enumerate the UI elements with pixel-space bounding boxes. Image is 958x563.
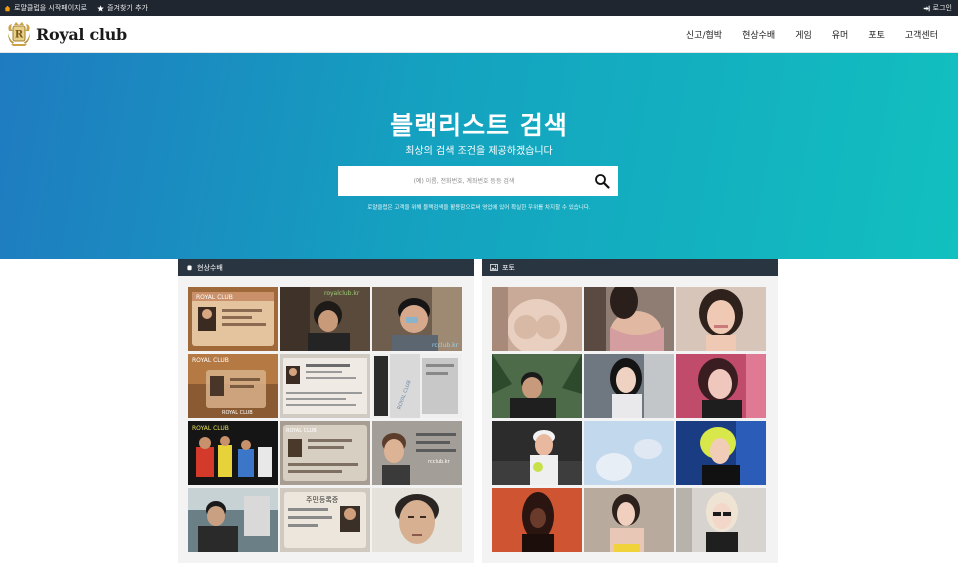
photo-thumbnail[interactable] xyxy=(492,488,582,552)
menu-item-support[interactable]: 고객센터 xyxy=(895,28,948,41)
search-icon[interactable] xyxy=(594,173,610,189)
photo-grid xyxy=(492,287,768,552)
wanted-thumbnail[interactable]: ROYAL CLUB xyxy=(188,421,278,485)
photo-thumbnail[interactable] xyxy=(584,287,674,351)
wanted-thumbnail[interactable]: ROYAL CLUB xyxy=(188,287,278,351)
menu-item-report[interactable]: 신고/협박 xyxy=(676,28,732,41)
wanted-watermark: 주민등록증 xyxy=(306,495,339,504)
wanted-panel-title: 현상수배 xyxy=(197,263,223,272)
hero-banner: 블랙리스트 검색 최상의 검색 조건을 제공하겠습니다 로얄클럽은 고객을 위해… xyxy=(0,53,958,259)
wanted-watermark: royalclub.kr xyxy=(324,290,360,297)
wanted-thumbnail[interactable]: rcclub.kr xyxy=(372,421,462,485)
main-navigation: R Royal club 신고/협박 현상수배 게임 유머 포토 고객센터 xyxy=(0,16,958,53)
photo-thumbnail[interactable] xyxy=(676,488,766,552)
wanted-watermark: rcclub.kr xyxy=(428,459,451,465)
menu-item-wanted[interactable]: 현상수배 xyxy=(732,28,785,41)
bookmark-label: 즐겨찾기 추가 xyxy=(107,4,148,12)
wanted-thumbnail[interactable]: ROYAL CLUB xyxy=(280,421,370,485)
blacklist-search-box xyxy=(338,166,618,196)
hero-note: 로얄클럽은 고객을 위해 블랙검색을 활용함으로써 영업에 있어 확실한 우위를… xyxy=(367,205,591,211)
hero-subtitle: 최상의 검색 조건을 제공하겠습니다 xyxy=(405,146,553,157)
svg-text:R: R xyxy=(15,30,24,41)
image-icon xyxy=(490,264,498,271)
wanted-watermark: ROYAL CLUB xyxy=(192,357,229,364)
wanted-thumbnail[interactable]: 주민등록증 xyxy=(280,488,370,552)
wanted-thumbnail[interactable]: ROYAL CLUB xyxy=(372,354,462,418)
photo-thumbnail[interactable] xyxy=(584,488,674,552)
hand-icon xyxy=(187,265,192,271)
photo-thumbnail[interactable] xyxy=(584,421,674,485)
star-icon xyxy=(97,4,104,12)
wanted-panel-header[interactable]: 현상수배 xyxy=(178,259,474,276)
photo-thumbnail[interactable] xyxy=(492,287,582,351)
wanted-thumbnail[interactable] xyxy=(188,488,278,552)
wanted-thumbnail[interactable]: rcclub.kr xyxy=(372,287,462,351)
photo-thumbnail[interactable] xyxy=(492,354,582,418)
home-icon xyxy=(4,5,11,11)
photo-panel-header[interactable]: 포토 xyxy=(482,259,778,276)
set-homepage-label: 로얄클럽을 시작페이지로 xyxy=(14,4,88,12)
photo-thumbnail[interactable] xyxy=(676,354,766,418)
logo-text: Royal club xyxy=(36,24,127,44)
site-logo[interactable]: R Royal club xyxy=(5,21,127,47)
royal-crest-icon: R xyxy=(8,22,30,46)
wanted-thumbnail[interactable]: ROYAL CLUB ROYAL CLUB xyxy=(188,354,278,418)
menu-item-game[interactable]: 게임 xyxy=(785,28,822,41)
photo-thumbnail[interactable] xyxy=(584,354,674,418)
search-input[interactable] xyxy=(344,167,584,195)
photo-thumbnail[interactable] xyxy=(676,421,766,485)
login-link[interactable]: 로그인 xyxy=(923,3,952,13)
wanted-grid: ROYAL CLUB royalclub.kr rcclub.kr ROYAL … xyxy=(188,287,464,552)
menu-item-humor[interactable]: 유머 xyxy=(822,28,859,41)
wanted-thumbnail[interactable] xyxy=(372,488,462,552)
wanted-panel: 현상수배 ROYAL CLUB royalclub.kr rcclub.kr R… xyxy=(178,259,474,563)
hero-title: 블랙리스트 검색 xyxy=(390,111,568,140)
photo-panel-title: 포토 xyxy=(502,263,515,272)
wanted-watermark: rcclub.kr xyxy=(432,342,459,349)
menu-item-photo[interactable]: 포토 xyxy=(858,28,895,41)
wanted-watermark: ROYAL CLUB xyxy=(192,425,229,432)
set-homepage-link[interactable]: 로얄클럽을 시작페이지로 xyxy=(4,3,87,13)
wanted-watermark: ROYAL CLUB xyxy=(196,294,233,301)
photo-panel: 포토 xyxy=(482,259,778,563)
photo-thumbnail[interactable] xyxy=(492,421,582,485)
top-utility-bar: 로얄클럽을 시작페이지로 즐겨찾기 추가 로그인 xyxy=(0,0,958,16)
bookmark-link[interactable]: 즐겨찾기 추가 xyxy=(97,3,148,13)
main-menu: 신고/협박 현상수배 게임 유머 포토 고객센터 xyxy=(676,28,948,41)
wanted-watermark: ROYAL CLUB xyxy=(286,428,317,434)
wanted-thumbnail[interactable]: royalclub.kr xyxy=(280,287,370,351)
login-label: 로그인 xyxy=(932,4,952,12)
login-icon xyxy=(923,5,930,11)
svg-text:ROYAL CLUB: ROYAL CLUB xyxy=(222,410,253,416)
wanted-thumbnail[interactable] xyxy=(280,354,370,418)
photo-thumbnail[interactable] xyxy=(676,287,766,351)
